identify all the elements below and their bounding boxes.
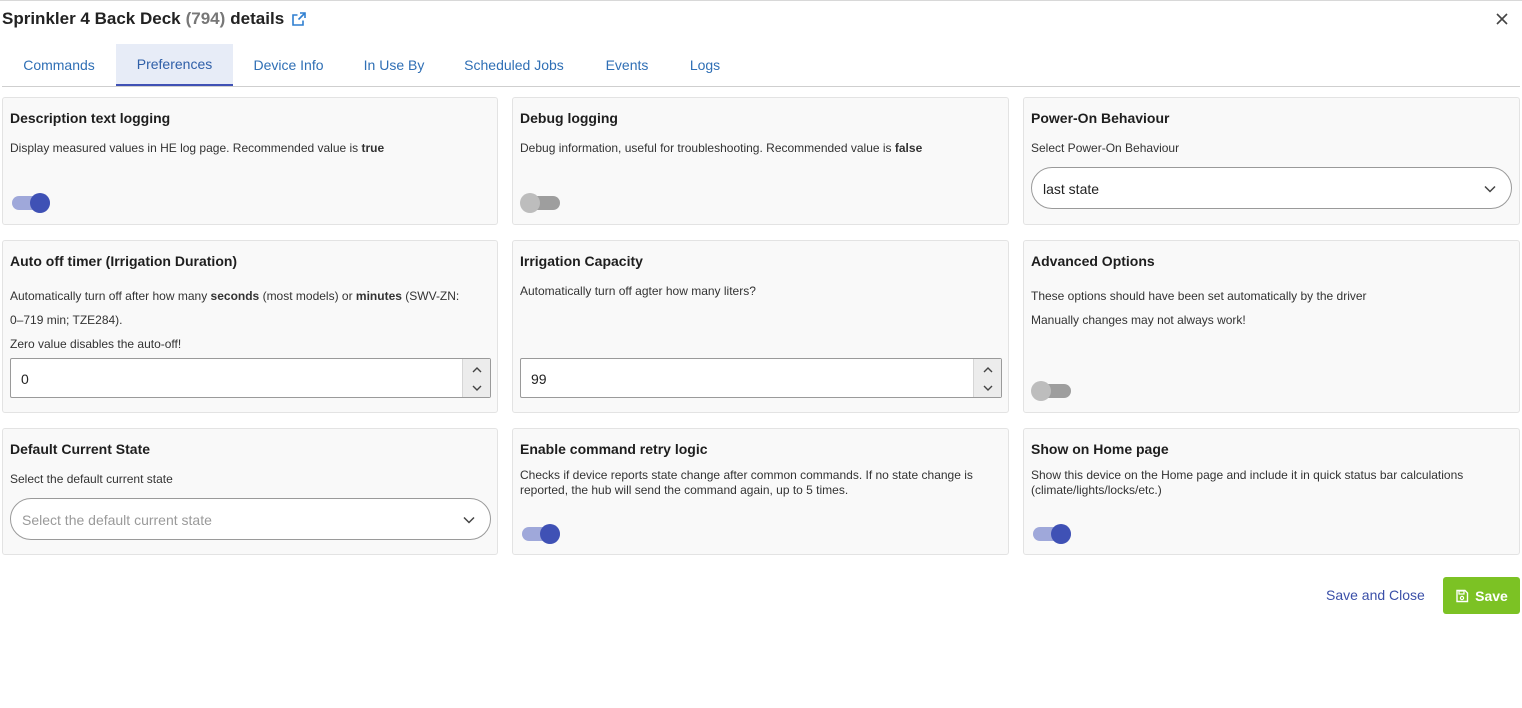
select-value: last state [1043,181,1100,197]
top-border [0,0,1522,1]
save-button[interactable]: Save [1443,577,1520,614]
pref-description: Checks if device reports state change af… [520,468,973,497]
device-name: Sprinkler 4 Back Deck [2,9,181,28]
pref-description: Automatically turn off agter how many li… [520,284,756,298]
device-id: (794) [185,9,226,28]
pref-title: Irrigation Capacity [520,253,643,269]
pref-title: Show on Home page [1031,441,1169,457]
input-value: 0 [21,371,29,387]
chevron-up-icon[interactable] [471,363,483,375]
pref-card-irrigation-capacity: Irrigation Capacity Automatically turn o… [512,240,1009,413]
number-stepper [973,359,1001,397]
pref-title: Debug logging [520,110,618,126]
save-and-close-button[interactable]: Save and Close [1326,587,1425,603]
tab-in-use-by[interactable]: In Use By [344,44,444,86]
pref-title: Default Current State [10,441,151,457]
external-link-icon[interactable] [291,11,307,27]
floppy-disk-icon [1455,589,1469,603]
chevron-down-icon [1483,182,1497,196]
number-stepper [462,359,490,397]
irrigation-capacity-input[interactable]: 99 [520,358,1002,398]
tab-bar: Commands Preferences Device Info In Use … [2,44,740,86]
input-value: 99 [531,371,547,387]
close-icon[interactable] [1494,11,1510,27]
pref-title: Enable command retry logic [520,441,708,457]
pref-card-auto-off: Auto off timer (Irrigation Duration) Aut… [2,240,498,413]
power-on-select[interactable]: last state [1031,167,1512,209]
pref-card-description-logging: Description text logging Display measure… [2,97,498,225]
description-logging-toggle[interactable] [10,191,54,215]
pref-card-default-state: Default Current State Select the default… [2,428,498,555]
pref-title: Advanced Options [1031,253,1155,269]
tab-commands[interactable]: Commands [2,44,116,86]
pref-description: Select Power-On Behaviour [1031,141,1180,155]
pref-card-retry-logic: Enable command retry logic Checks if dev… [512,428,1009,555]
tab-preferences[interactable]: Preferences [116,44,233,86]
chevron-down-icon[interactable] [471,381,483,393]
debug-logging-toggle[interactable] [520,191,564,215]
auto-off-input[interactable]: 0 [10,358,491,398]
chevron-down-icon[interactable] [982,381,994,393]
home-page-toggle[interactable] [1031,522,1075,546]
default-state-select[interactable]: Select the default current state [10,498,491,540]
pref-card-debug-logging: Debug logging Debug information, useful … [512,97,1009,225]
pref-card-power-on: Power-On Behaviour Select Power-On Behav… [1023,97,1520,225]
pref-card-advanced-options: Advanced Options These options should ha… [1023,240,1520,413]
pref-description: Show this device on the Home page and in… [1031,468,1464,497]
tab-events[interactable]: Events [584,44,670,86]
tab-logs[interactable]: Logs [670,44,740,86]
retry-logic-toggle[interactable] [520,522,564,546]
pref-description: These options should have been set autom… [1031,289,1367,327]
title-suffix: details [230,9,285,28]
pref-title: Description text logging [10,110,171,126]
tab-device-info[interactable]: Device Info [233,44,344,86]
advanced-options-toggle[interactable] [1031,379,1075,403]
pref-title: Power-On Behaviour [1031,110,1170,126]
pref-card-home-page: Show on Home page Show this device on th… [1023,428,1520,555]
pref-description: Select the default current state [10,472,173,486]
pref-description: Debug information, useful for troublesho… [520,141,923,155]
select-placeholder: Select the default current state [22,512,212,528]
pref-description: Display measured values in HE log page. … [10,141,385,155]
chevron-up-icon[interactable] [982,363,994,375]
page-title: Sprinkler 4 Back Deck (794) details [2,9,307,29]
pref-title: Auto off timer (Irrigation Duration) [10,253,238,269]
chevron-down-icon [462,513,476,527]
pref-description: Automatically turn off after how many se… [10,289,460,351]
tabs-divider [2,86,1520,87]
save-button-label: Save [1475,587,1508,604]
tab-scheduled-jobs[interactable]: Scheduled Jobs [444,44,584,86]
